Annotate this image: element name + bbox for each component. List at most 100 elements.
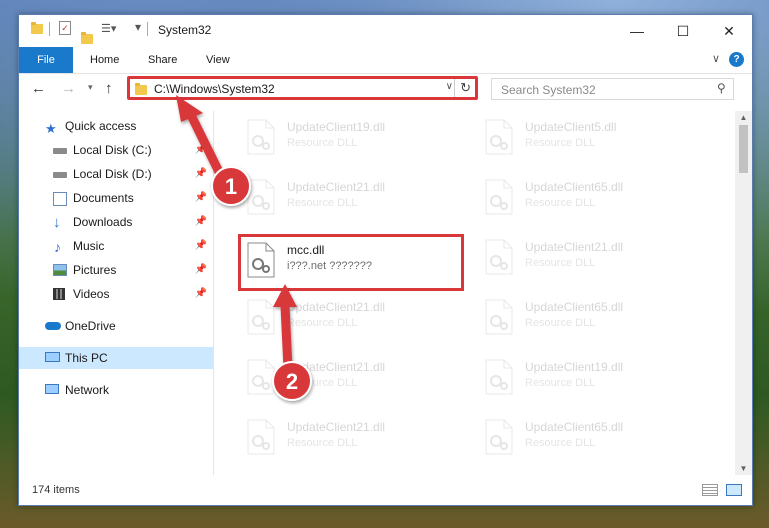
search-box[interactable]: ⚲ — [491, 78, 734, 100]
scroll-down-icon[interactable]: ▼ — [735, 464, 752, 473]
tab-home[interactable]: Home — [78, 47, 131, 73]
file-item[interactable]: UpdateClient5.dll Resource DLL — [477, 113, 707, 165]
file-description: Resource DLL — [287, 377, 358, 389]
sidebar-item-documents[interactable]: Documents 📌 — [19, 187, 213, 209]
item-count: 174 items — [32, 484, 80, 496]
address-path[interactable]: C:\Windows\System32 — [154, 82, 275, 96]
drive-icon — [53, 148, 67, 154]
back-button[interactable]: ← — [31, 80, 46, 97]
help-icon[interactable]: ? — [729, 52, 744, 67]
sidebar-item-label: Local Disk (D:) — [73, 167, 152, 181]
pane-divider[interactable] — [213, 111, 214, 475]
file-item[interactable]: UpdateClient21.dll Resource DLL — [239, 173, 469, 225]
file-name: UpdateClient5.dll — [525, 120, 617, 134]
file-item[interactable]: UpdateClient19.dll Resource DLL — [239, 113, 469, 165]
sidebar-item-onedrive[interactable]: OneDrive — [19, 315, 213, 337]
tab-view[interactable]: View — [194, 47, 242, 73]
pc-icon — [45, 352, 60, 362]
file-explorer-window: ✓ ☰▾ ▾ System32 — ☐ ✕ File Home Share Vi… — [18, 14, 753, 506]
address-dropdown-icon[interactable]: ∨ — [446, 81, 453, 92]
dll-file-icon — [485, 359, 513, 395]
network-icon — [45, 384, 59, 394]
file-item[interactable]: UpdateClient19.dll Resource DLL — [477, 353, 707, 405]
details-view-icon[interactable] — [702, 484, 718, 496]
sidebar-item-local-disk-c[interactable]: Local Disk (C:) 📌 — [19, 139, 213, 161]
scrollbar-thumb[interactable] — [739, 125, 748, 173]
properties-icon[interactable]: ✓ — [59, 21, 71, 35]
file-item[interactable]: UpdateClient21.dll Resource DLL — [239, 293, 469, 345]
dll-file-icon — [247, 119, 275, 155]
folder-icon — [135, 83, 147, 95]
file-description: Resource DLL — [287, 437, 358, 449]
recent-locations-dropdown[interactable]: ▾ — [88, 82, 93, 93]
sidebar-item-label: Quick access — [65, 119, 137, 133]
close-button[interactable]: ✕ — [706, 15, 752, 47]
file-item[interactable]: UpdateClient21.dll Resource DLL — [239, 353, 469, 405]
file-description: Resource DLL — [525, 437, 596, 449]
pin-icon[interactable]: 📌 — [195, 235, 207, 257]
pictures-icon — [53, 264, 67, 276]
sidebar-item-videos[interactable]: Videos 📌 — [19, 283, 213, 305]
scroll-up-icon[interactable]: ▲ — [735, 113, 752, 122]
videos-icon — [53, 288, 65, 300]
file-item[interactable]: UpdateClient65.dll Resource DLL — [477, 173, 707, 225]
address-bar[interactable]: C:\Windows\System32 ∨ ↻ — [127, 76, 478, 100]
file-item[interactable]: UpdateClient65.dll Resource DLL — [477, 413, 707, 465]
minimize-button[interactable]: — — [614, 15, 660, 47]
file-name: UpdateClient65.dll — [525, 300, 624, 314]
up-button[interactable]: ↑ — [105, 80, 113, 97]
navigation-pane: ★ Quick access Local Disk (C:) 📌 Local D… — [19, 111, 213, 475]
cloud-icon — [45, 322, 61, 330]
separator — [147, 22, 148, 36]
pin-icon[interactable]: 📌 — [195, 259, 207, 281]
search-input[interactable] — [499, 80, 703, 100]
refresh-icon[interactable]: ↻ — [460, 80, 471, 96]
highlight-box-mcc-dll — [238, 234, 464, 291]
dll-file-icon — [485, 179, 513, 215]
file-description: Resource DLL — [525, 257, 596, 269]
new-folder-icon[interactable] — [81, 32, 93, 44]
quick-access-dropdown-icon[interactable]: ▾ — [135, 20, 141, 34]
sidebar-item-network[interactable]: Network — [19, 379, 213, 401]
sidebar-item-local-disk-d[interactable]: Local Disk (D:) 📌 — [19, 163, 213, 185]
maximize-button[interactable]: ☐ — [660, 15, 706, 47]
dll-file-icon — [485, 239, 513, 275]
file-name: UpdateClient21.dll — [287, 300, 386, 314]
file-item[interactable]: UpdateClient65.dll Resource DLL — [477, 293, 707, 345]
star-icon: ★ — [45, 121, 57, 136]
pin-icon[interactable]: 📌 — [195, 211, 207, 233]
large-icons-view-icon[interactable] — [726, 484, 742, 496]
sidebar-item-downloads[interactable]: ↓ Downloads 📌 — [19, 211, 213, 233]
separator — [49, 22, 50, 36]
file-name: UpdateClient19.dll — [287, 120, 386, 134]
customize-toolbar-icon[interactable]: ☰▾ — [101, 22, 116, 35]
sidebar-item-quick-access[interactable]: ★ Quick access — [19, 115, 213, 137]
expand-ribbon-icon[interactable]: ∨ — [712, 52, 720, 65]
tab-share[interactable]: Share — [136, 47, 189, 73]
sidebar-item-music[interactable]: ♪ Music 📌 — [19, 235, 213, 257]
file-name: UpdateClient21.dll — [525, 240, 624, 254]
pin-icon[interactable]: 📌 — [195, 283, 207, 305]
pin-icon[interactable]: 📌 — [195, 139, 207, 161]
file-name: UpdateClient19.dll — [525, 360, 624, 374]
file-description: Resource DLL — [525, 377, 596, 389]
sidebar-item-label: Music — [73, 239, 105, 253]
tab-file[interactable]: File — [19, 47, 73, 73]
sidebar-item-label: Network — [65, 383, 110, 397]
navigation-bar: ← → ▾ ↑ C:\Windows\System32 ∨ ↻ ⚲ — [19, 74, 752, 104]
dll-file-icon — [247, 419, 275, 455]
dll-file-icon — [485, 419, 513, 455]
pin-icon[interactable]: 📌 — [195, 187, 207, 209]
sidebar-item-label: OneDrive — [65, 319, 116, 333]
sidebar-item-this-pc[interactable]: This PC — [19, 347, 213, 369]
forward-button[interactable]: → — [61, 80, 76, 97]
documents-icon — [53, 192, 67, 206]
sidebar-item-pictures[interactable]: Pictures 📌 — [19, 259, 213, 281]
file-item[interactable]: UpdateClient21.dll Resource DLL — [239, 413, 469, 465]
search-icon[interactable]: ⚲ — [717, 81, 726, 95]
file-description: Resource DLL — [525, 137, 596, 149]
vertical-scrollbar[interactable]: ▲ ▼ — [735, 111, 752, 475]
file-name: UpdateClient65.dll — [525, 420, 624, 434]
file-item[interactable]: UpdateClient21.dll Resource DLL — [477, 233, 707, 285]
pin-icon[interactable]: 📌 — [195, 163, 207, 185]
